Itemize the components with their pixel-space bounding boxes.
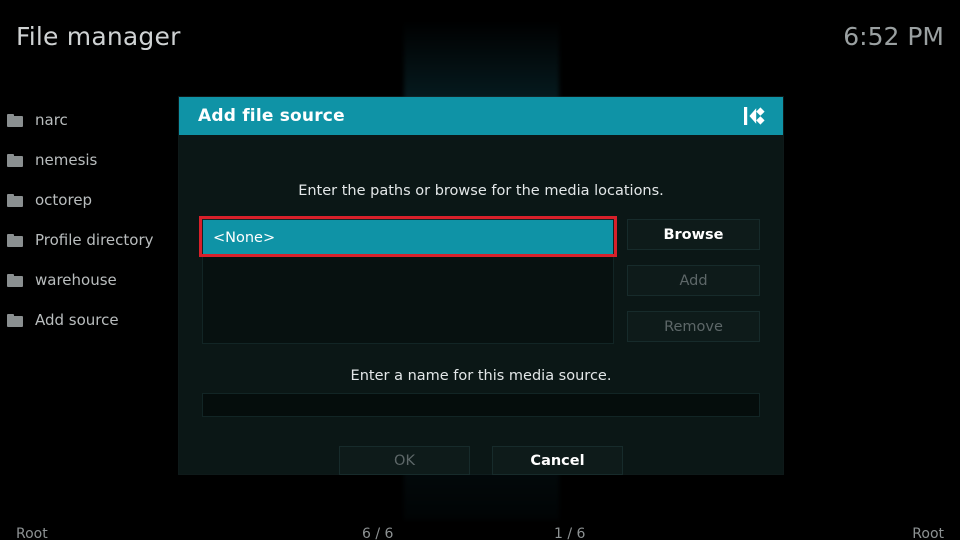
name-hint-label: Enter a name for this media source. [350, 368, 612, 384]
sidebar-item-label: octorep [35, 191, 93, 209]
dialog-action-buttons: OK Cancel [179, 446, 783, 475]
sidebar-item-label: warehouse [35, 271, 117, 289]
sidebar-item-label: Profile directory [35, 231, 154, 249]
source-paths-list[interactable]: <None> [202, 219, 614, 344]
kodi-file-manager-screen: File manager 6:52 PM narc nemesis octore… [0, 0, 960, 540]
sidebar-item-octorep[interactable]: octorep [0, 180, 178, 220]
sidebar-item-nemesis[interactable]: nemesis [0, 140, 178, 180]
folder-icon [7, 313, 23, 327]
sidebar-item-label: nemesis [35, 151, 98, 169]
add-file-source-dialog: Add file source Enter the paths or brows… [179, 97, 783, 475]
folder-icon [7, 193, 23, 207]
status-left-count: 6 / 6 [362, 526, 394, 540]
source-path-label: <None> [213, 229, 276, 246]
add-button[interactable]: Add [627, 265, 760, 296]
folder-icon [7, 153, 23, 167]
path-action-buttons: Browse Add Remove [627, 219, 760, 357]
dialog-titlebar: Add file source [179, 97, 783, 135]
status-right-count: 1 / 6 [554, 526, 586, 540]
status-right-label: Root [912, 526, 944, 540]
clock-label: 6:52 PM [843, 22, 944, 51]
paths-hint-label: Enter the paths or browse for the media … [298, 183, 664, 199]
status-left-label: Root [16, 526, 48, 540]
kodi-logo-icon [743, 104, 769, 128]
browse-button[interactable]: Browse [627, 219, 760, 250]
remove-button[interactable]: Remove [627, 311, 760, 342]
sidebar-item-add-source[interactable]: Add source [0, 300, 178, 340]
dialog-body: Enter the paths or browse for the media … [179, 135, 783, 475]
sidebar-item-profile-directory[interactable]: Profile directory [0, 220, 178, 260]
file-list-left-pane[interactable]: narc nemesis octorep Profile directory w… [0, 100, 178, 340]
media-source-name-input[interactable] [202, 393, 760, 417]
page-title: File manager [16, 22, 181, 51]
folder-icon [7, 233, 23, 247]
cancel-button[interactable]: Cancel [492, 446, 623, 475]
source-path-row-none[interactable]: <None> [203, 220, 613, 255]
sidebar-item-narc[interactable]: narc [0, 100, 178, 140]
sidebar-item-label: narc [35, 111, 68, 129]
folder-icon [7, 273, 23, 287]
folder-icon [7, 113, 23, 127]
ok-button[interactable]: OK [339, 446, 470, 475]
sidebar-item-warehouse[interactable]: warehouse [0, 260, 178, 300]
sidebar-item-label: Add source [35, 311, 119, 329]
dialog-title: Add file source [198, 106, 345, 126]
status-bar: Root 6 / 6 1 / 6 Root [0, 518, 960, 540]
